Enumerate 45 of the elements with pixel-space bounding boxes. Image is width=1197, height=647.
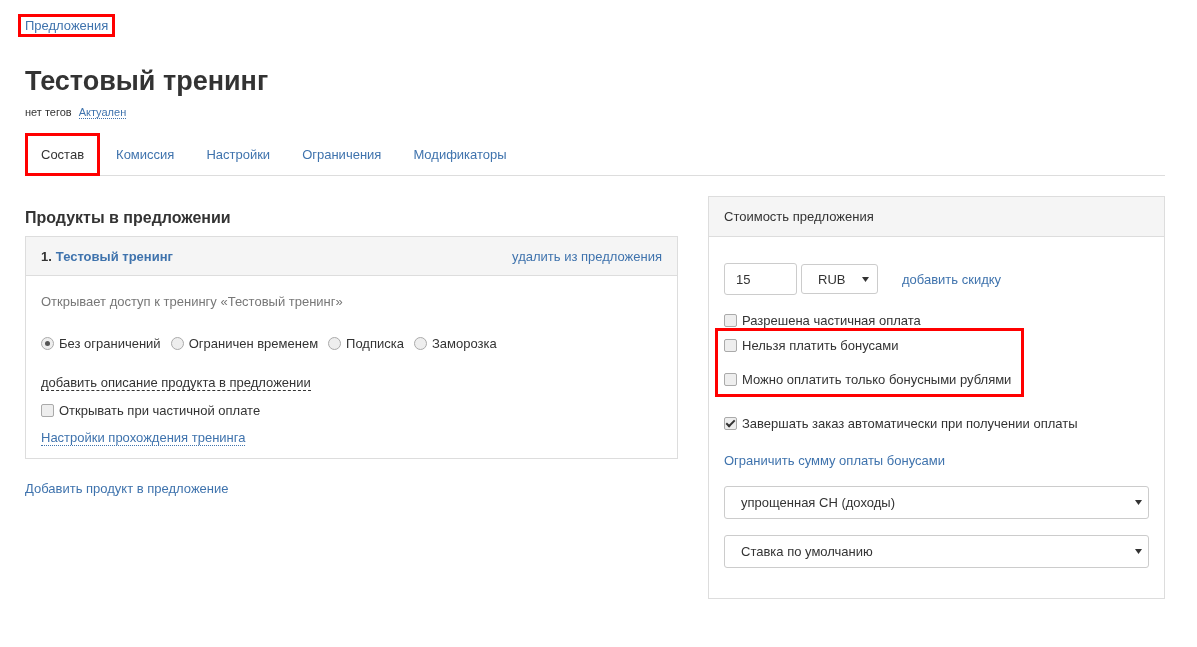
checkbox[interactable] <box>41 404 54 417</box>
currency-select[interactable]: RUB <box>801 264 878 294</box>
dropdown[interactable]: Ставка по умолчанию <box>724 535 1149 568</box>
checkbox-option[interactable]: Открывать при частичной оплате <box>41 403 662 418</box>
checkbox-option[interactable]: Завершать заказ автоматически при получении оплаты <box>724 416 1078 431</box>
checkbox-option[interactable]: Разрешена частичная оплата <box>724 313 921 328</box>
page-title: Тестовый тренинг <box>25 65 270 97</box>
radio-option[interactable]: Ограничен временем <box>170 336 319 351</box>
radio-option[interactable]: Подписка <box>328 336 404 351</box>
tab[interactable]: Настройки <box>190 135 287 173</box>
panel-header: Стоимость предложения <box>709 197 1164 237</box>
checkbox-option[interactable]: Нельзя платить бонусами <box>724 338 1012 353</box>
status-link[interactable]: Актуален <box>78 106 127 119</box>
checkbox[interactable] <box>724 373 737 386</box>
add-product-link[interactable]: Добавить продукт в предложение <box>25 481 229 496</box>
caret-icon <box>1135 549 1142 554</box>
radio-button[interactable] <box>413 337 427 350</box>
caret-icon <box>862 276 869 282</box>
radio-button[interactable] <box>41 337 54 350</box>
product-description: Открывает доступ к тренингу «Тестовый тренинг» <box>41 294 344 309</box>
radio-option[interactable]: Без ограничений <box>41 336 161 351</box>
section-heading: Продукты в предложении <box>25 208 232 228</box>
tab[interactable]: Состав <box>28 135 98 173</box>
product-number: 1. <box>41 248 52 264</box>
add-description-link[interactable]: добавить описание продукта в предложении <box>41 375 311 391</box>
remove-link[interactable]: удалить из предложения <box>512 248 662 264</box>
checkbox-option[interactable]: Можно оплатить только бонусными рублями <box>724 372 1012 387</box>
caret-icon <box>1135 500 1142 505</box>
product-link[interactable]: Тестовый тренинг <box>55 248 173 264</box>
checkbox[interactable] <box>724 417 737 430</box>
limit-bonus-link[interactable]: Ограничить сумму оплаты бонусами <box>724 453 945 468</box>
add-discount-link[interactable]: добавить скидку <box>902 271 1002 287</box>
checkbox[interactable] <box>724 339 737 352</box>
checkbox[interactable] <box>724 314 737 327</box>
tab[interactable]: Модификаторы <box>397 135 523 173</box>
dropdown[interactable]: упрощенная СН (доходы) <box>724 486 1149 519</box>
settings-link[interactable]: Настройки прохождения тренинга <box>41 430 246 446</box>
amount-field[interactable]: 15 <box>724 263 797 295</box>
tab[interactable]: Комиссия <box>100 135 191 173</box>
breadcrumb-link[interactable]: Предложения <box>25 18 109 33</box>
radio-button[interactable] <box>170 337 184 350</box>
tab[interactable]: Ограничения <box>286 135 398 173</box>
radio-option[interactable]: Заморозка <box>413 336 497 351</box>
radio-button[interactable] <box>328 337 342 350</box>
tags-text: нет тегов <box>25 106 72 118</box>
